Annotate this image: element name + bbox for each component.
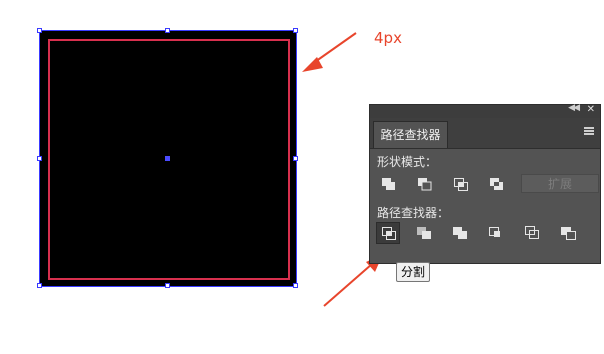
divide-button[interactable] — [376, 222, 400, 244]
collapse-icon[interactable]: ◀◀ — [568, 103, 580, 113]
tab-pathfinder[interactable]: 路径查找器 — [373, 121, 448, 148]
divide-tooltip: 分割 — [396, 262, 431, 282]
panel-tab-strip: 路径查找器 — [370, 118, 600, 149]
merge-button[interactable] — [448, 222, 472, 244]
minus-front-icon — [418, 178, 432, 191]
exclude-button[interactable] — [484, 173, 508, 195]
intersect-button[interactable] — [448, 173, 472, 195]
minus-back-button[interactable] — [556, 222, 580, 244]
close-icon[interactable]: ✕ — [587, 104, 595, 115]
minus-front-button[interactable] — [412, 173, 436, 195]
shape-modes-label: 形状模式： — [377, 155, 438, 169]
unite-button[interactable] — [376, 173, 400, 195]
arrow-to-stroke-icon — [302, 32, 357, 72]
panel-menu-icon[interactable] — [584, 127, 594, 135]
exclude-icon — [490, 178, 503, 190]
stroke-width-annotation: 4px — [374, 29, 402, 47]
unite-icon — [382, 178, 395, 190]
crop-button[interactable] — [484, 222, 508, 244]
merge-icon — [453, 227, 467, 239]
divide-icon — [382, 227, 396, 240]
trim-button[interactable] — [412, 222, 436, 244]
pathfinders-label: 路径查找器： — [377, 206, 450, 220]
panel-title-bar[interactable]: ◀◀ ✕ — [370, 103, 600, 118]
trim-icon — [417, 227, 431, 239]
pathfinder-panel: ◀◀ ✕ 路径查找器 形状模式： 扩展 路径查找器： — [369, 103, 601, 264]
intersect-icon — [454, 178, 468, 191]
crop-icon — [489, 227, 500, 237]
minus-back-icon — [561, 227, 576, 240]
expand-button[interactable]: 扩展 — [521, 174, 599, 193]
outline-button[interactable] — [520, 222, 544, 244]
outline-icon — [525, 226, 539, 239]
